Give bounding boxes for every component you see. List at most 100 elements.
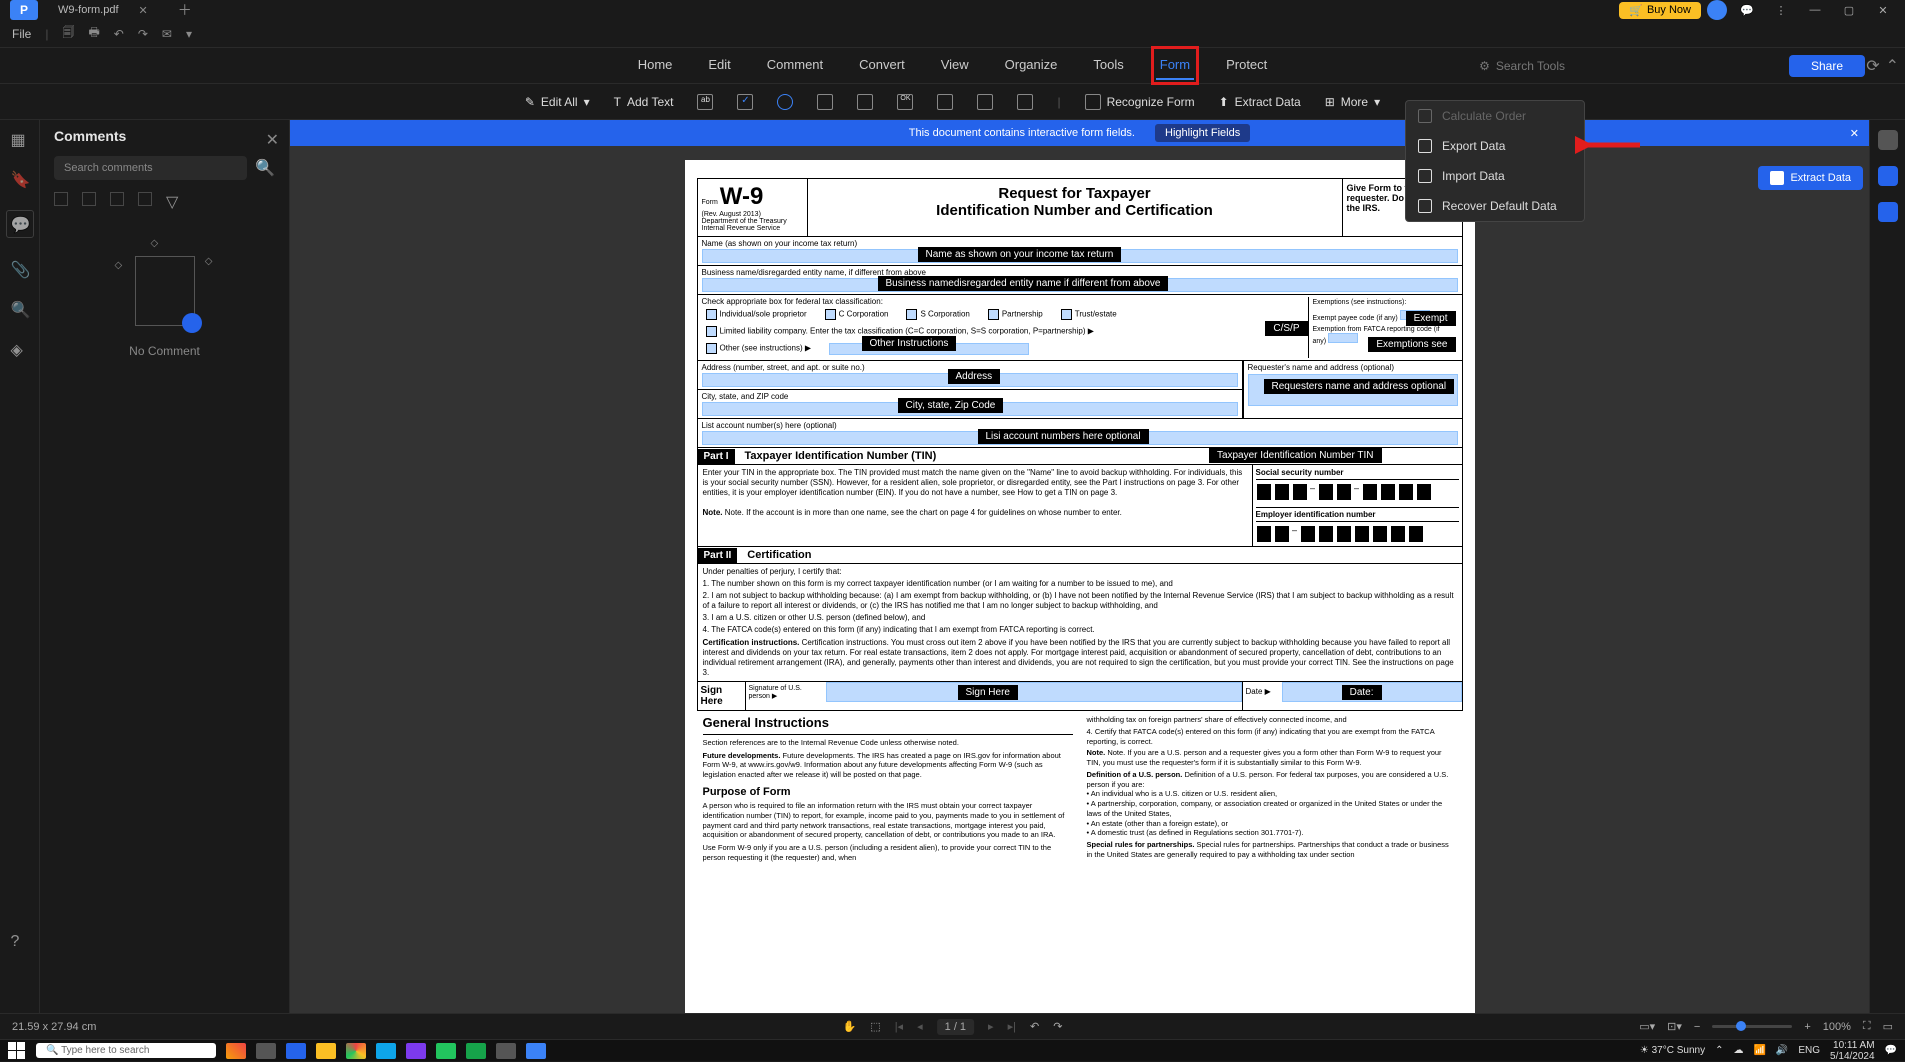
edit-all-button[interactable]: ✎Edit All▾ — [525, 95, 590, 109]
fatca-field[interactable] — [1328, 333, 1358, 343]
first-page-icon[interactable]: |◂ — [895, 1020, 903, 1033]
tab-convert[interactable]: Convert — [855, 51, 909, 80]
dropdown-icon[interactable]: ▾ — [186, 27, 192, 41]
print-icon[interactable]: 🖶 — [88, 23, 99, 44]
buy-now-button[interactable]: 🛒Buy Now — [1619, 2, 1701, 19]
tray-clock[interactable]: 10:11 AM5/14/2024 — [1830, 1040, 1875, 1062]
tray-cloud-icon[interactable]: ☁ — [1733, 1045, 1743, 1056]
last-page-icon[interactable]: ▸| — [1008, 1020, 1016, 1033]
search-rail-icon[interactable]: 🔍 — [11, 300, 29, 318]
taskbar-taskview[interactable] — [256, 1043, 276, 1059]
menu-export-data[interactable]: Export Data — [1406, 131, 1584, 161]
help-icon[interactable]: ? — [11, 933, 29, 951]
ein-box[interactable] — [1354, 525, 1370, 543]
tab-comment[interactable]: Comment — [763, 51, 827, 80]
taskbar-word[interactable] — [286, 1043, 306, 1059]
zoom-out-icon[interactable]: − — [1694, 1021, 1700, 1033]
ssn-box[interactable] — [1256, 483, 1272, 501]
close-button[interactable]: ✕ — [1869, 0, 1897, 20]
cb-individual[interactable] — [706, 309, 717, 320]
text-field-tool[interactable]: ab — [697, 94, 713, 110]
fullscreen-icon[interactable]: ⛶ — [1863, 1020, 1871, 1033]
ssn-box[interactable] — [1416, 483, 1432, 501]
ssn-box[interactable] — [1362, 483, 1378, 501]
collapse-icon[interactable]: ⌃ — [1886, 56, 1899, 76]
more-button[interactable]: ⊞More▾ — [1325, 95, 1380, 109]
checkbox-tool[interactable]: ✓ — [737, 94, 753, 110]
share-button[interactable]: Share — [1789, 55, 1865, 77]
ssn-box[interactable] — [1292, 483, 1308, 501]
menu-import-data[interactable]: Import Data — [1406, 161, 1584, 191]
date-tool[interactable] — [1017, 94, 1033, 110]
next-page-icon[interactable]: ▸ — [988, 1020, 994, 1033]
cb-ccorp[interactable] — [825, 309, 836, 320]
filter-icon-3[interactable] — [110, 192, 124, 206]
ssn-box[interactable] — [1274, 483, 1290, 501]
search-icon[interactable]: 🔍 — [255, 158, 275, 178]
taskbar-app3[interactable] — [466, 1043, 486, 1059]
add-text-button[interactable]: TAdd Text — [614, 95, 674, 109]
zoom-slider[interactable] — [1712, 1025, 1792, 1028]
cb-scorp[interactable] — [906, 309, 917, 320]
cb-trust[interactable] — [1061, 309, 1072, 320]
file-menu[interactable]: File — [12, 27, 31, 41]
fit-icon[interactable]: ⊡▾ — [1667, 1020, 1682, 1033]
tab-tools[interactable]: Tools — [1089, 51, 1127, 80]
close-panel-icon[interactable]: ✕ — [266, 130, 279, 150]
rotate-left-icon[interactable]: ↶ — [1030, 1020, 1039, 1033]
tray-wifi-icon[interactable]: 📶 — [1753, 1045, 1765, 1056]
minimize-button[interactable]: — — [1801, 0, 1829, 20]
maximize-button[interactable]: ▢ — [1835, 0, 1863, 20]
search-tools[interactable]: ⚙Search Tools — [1479, 59, 1565, 73]
hand-tool-icon[interactable]: ✋ — [843, 1020, 857, 1033]
ssn-box[interactable] — [1380, 483, 1396, 501]
kebab-menu-icon[interactable]: ⋮ — [1767, 0, 1795, 20]
select-tool-icon[interactable]: ⬚ — [870, 1020, 880, 1033]
button-tool[interactable]: OK — [897, 94, 913, 110]
tab-view[interactable]: View — [937, 51, 973, 80]
redo-icon[interactable]: ↷ — [138, 27, 148, 41]
current-page[interactable]: 1 — [945, 1021, 951, 1033]
ein-box[interactable] — [1274, 525, 1290, 543]
document-tab[interactable]: W9-form.pdf ✕ — [46, 0, 166, 20]
app-logo[interactable]: P — [10, 0, 38, 20]
recognize-form-button[interactable]: Recognize Form — [1085, 94, 1195, 110]
tab-form[interactable]: Form — [1156, 51, 1194, 80]
mail-icon[interactable]: ✉ — [162, 27, 172, 41]
radio-tool[interactable] — [777, 94, 793, 110]
extract-data-float-button[interactable]: Extract Data — [1758, 166, 1863, 190]
list-tool[interactable] — [857, 94, 873, 110]
filter-icon-5[interactable]: ▽ — [166, 192, 180, 206]
layers-icon[interactable]: ◈ — [11, 340, 29, 358]
undo-icon[interactable]: ↶ — [114, 27, 124, 41]
zoom-thumb[interactable] — [1736, 1021, 1746, 1031]
taskbar-app4[interactable] — [496, 1043, 516, 1059]
signature-tool[interactable] — [977, 94, 993, 110]
right-tool-ai[interactable] — [1878, 166, 1898, 186]
prev-page-icon[interactable]: ◂ — [917, 1020, 923, 1033]
tab-close-icon[interactable]: ✕ — [139, 4, 148, 17]
tray-volume-icon[interactable]: 🔊 — [1776, 1045, 1788, 1056]
attachments-icon[interactable]: 📎 — [11, 260, 29, 278]
zoom-value[interactable]: 100% — [1823, 1021, 1851, 1033]
comments-icon[interactable]: 💬 — [6, 210, 34, 238]
taskbar-chrome[interactable] — [346, 1043, 366, 1059]
filter-icon-4[interactable] — [138, 192, 152, 206]
thumbnails-icon[interactable]: ▦ — [11, 130, 29, 148]
ein-box[interactable] — [1390, 525, 1406, 543]
ssn-box[interactable] — [1336, 483, 1352, 501]
cb-partner[interactable] — [988, 309, 999, 320]
taskbar-app[interactable] — [226, 1043, 246, 1059]
filter-icon-1[interactable] — [54, 192, 68, 206]
taskbar-skype[interactable] — [376, 1043, 396, 1059]
tray-notifications-icon[interactable]: 💬 — [1885, 1045, 1897, 1056]
taskbar-explorer[interactable] — [316, 1043, 336, 1059]
tab-organize[interactable]: Organize — [1001, 51, 1062, 80]
windows-start[interactable] — [8, 1042, 26, 1060]
new-tab-button[interactable]: ＋ — [178, 0, 192, 20]
image-tool[interactable] — [937, 94, 953, 110]
weather-widget[interactable]: ☀ 37°C Sunny — [1640, 1045, 1705, 1056]
ein-box[interactable] — [1256, 525, 1272, 543]
tab-protect[interactable]: Protect — [1222, 51, 1271, 80]
comments-search[interactable]: Search comments — [54, 156, 247, 180]
